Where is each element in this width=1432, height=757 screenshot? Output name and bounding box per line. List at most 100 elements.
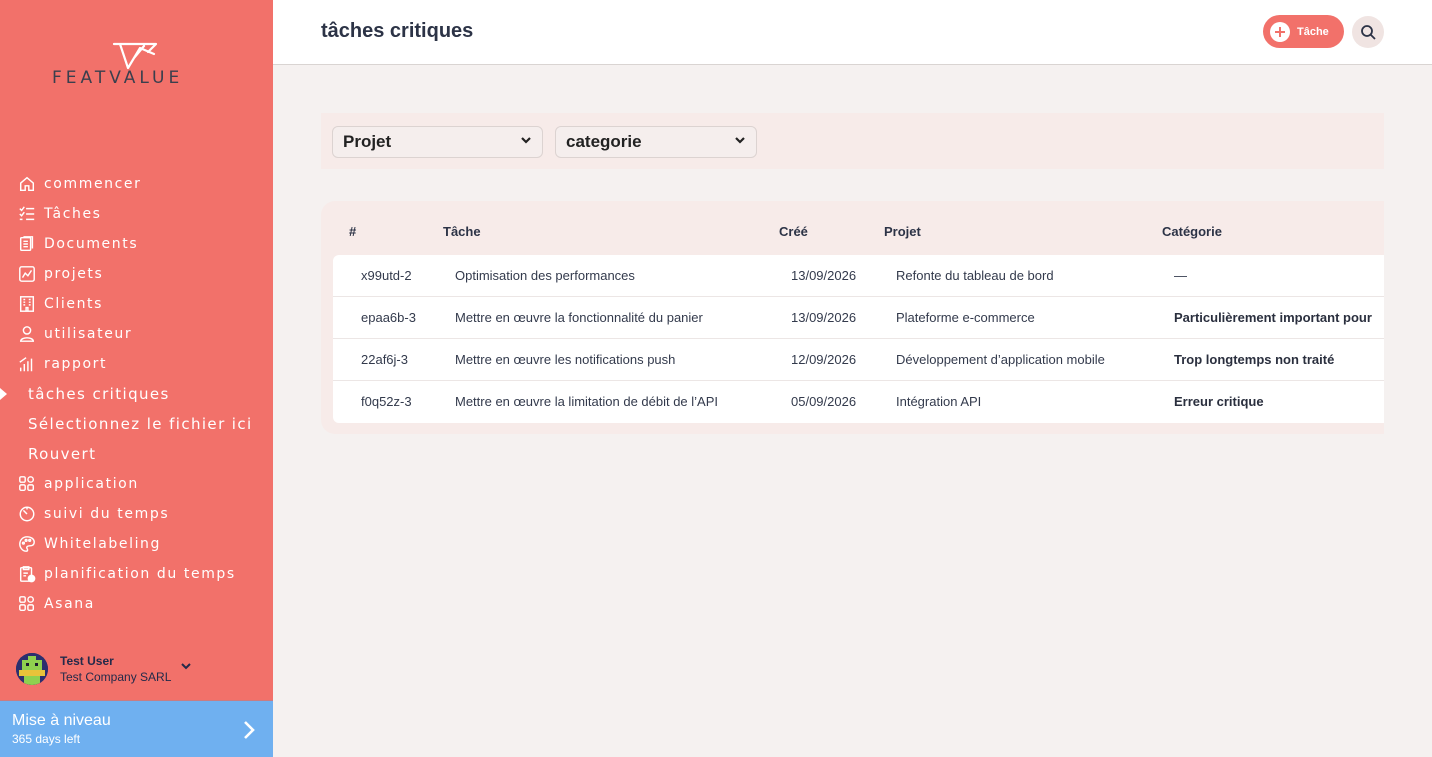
sidebar-item-suivi-du-temps[interactable]: suivi du temps <box>0 499 273 529</box>
sidebar-item-label: Documents <box>44 236 139 252</box>
task-created: 05/09/2026 <box>791 394 857 409</box>
sidebar-item-rapport[interactable]: rapport <box>0 349 273 379</box>
sidebar-item-label: utilisateur <box>44 326 133 342</box>
upgrade-title: Mise à niveau <box>12 712 111 729</box>
sidebar-item-application[interactable]: application <box>0 469 273 499</box>
apps-icon <box>17 594 37 614</box>
user-menu[interactable]: Test User Test Company SARL <box>16 652 193 686</box>
chevron-down-icon[interactable] <box>179 659 193 673</box>
sidebar-item-taches[interactable]: Tâches <box>0 199 273 229</box>
task-created: 13/09/2026 <box>791 310 857 325</box>
sidebar-item-whitelabeling[interactable]: Whitelabeling <box>0 529 273 559</box>
search-button[interactable] <box>1352 16 1384 48</box>
sidebar-item-rouvert[interactable]: Rouvert <box>0 439 273 469</box>
add-task-label: Tâche <box>1297 25 1329 38</box>
sidebar-item-planification-du-temps[interactable]: planification du temps <box>0 559 273 589</box>
task-id: 22af6j-3 <box>361 352 408 367</box>
sidebar-item-label: Tâches <box>44 206 102 222</box>
sidebar-item-projets[interactable]: projets <box>0 259 273 289</box>
sidebar-item-label: projets <box>44 266 104 282</box>
palette-icon <box>17 534 37 554</box>
sidebar-item-label: rapport <box>44 356 108 372</box>
task-category: Erreur critique <box>1174 394 1264 409</box>
task-project: Développement d’application mobile <box>896 352 1105 367</box>
task-id: epaa6b-3 <box>361 310 416 325</box>
column-header-category[interactable]: Catégorie <box>1162 224 1222 239</box>
sidebar-item-label: Clients <box>44 296 104 312</box>
sidebar-item-label: Rouvert <box>28 445 97 463</box>
task-name[interactable]: Mettre en œuvre la limitation de débit d… <box>455 394 718 409</box>
task-category: Trop longtemps non traité <box>1174 352 1335 367</box>
column-header-project[interactable]: Projet <box>884 224 921 239</box>
sidebar-item-label: suivi du temps <box>44 506 170 522</box>
sidebar-item-label: tâches critiques <box>28 385 170 403</box>
home-icon <box>17 174 37 194</box>
filter-bar: Projet categorie <box>321 113 1384 169</box>
sidebar-item-asana[interactable]: Asana <box>0 589 273 619</box>
column-header-id[interactable]: # <box>349 224 356 239</box>
table-row[interactable]: 22af6j-3 Mettre en œuvre les notificatio… <box>333 339 1384 381</box>
task-name[interactable]: Mettre en œuvre la fonctionnalité du pan… <box>455 310 703 325</box>
task-project: Plateforme e-commerce <box>896 310 1035 325</box>
sidebar-item-selectionnez-fichier[interactable]: Sélectionnez le fichier ici <box>0 409 273 439</box>
task-name[interactable]: Optimisation des performances <box>455 268 635 283</box>
sidebar-item-label: planification du temps <box>44 566 236 582</box>
column-header-created[interactable]: Créé <box>779 224 808 239</box>
chart-icon <box>17 264 37 284</box>
upgrade-days-left: 365 days left <box>12 732 81 746</box>
bar-chart-icon <box>17 354 37 374</box>
plus-icon <box>1270 21 1290 42</box>
timer-icon <box>17 504 37 524</box>
project-select-value: Projet <box>343 132 392 151</box>
search-icon <box>1361 25 1376 40</box>
table-row[interactable]: x99utd-2 Optimisation des performances 1… <box>333 255 1384 297</box>
table-header: # Tâche Créé Projet Catégorie <box>321 201 1384 255</box>
building-icon <box>17 294 37 314</box>
brand-name: FEATVALUE <box>52 68 184 88</box>
clipboard-clock-icon <box>17 564 37 584</box>
sidebar-item-documents[interactable]: Documents <box>0 229 273 259</box>
task-created: 13/09/2026 <box>791 268 857 283</box>
task-id: f0q52z-3 <box>361 394 412 409</box>
task-name[interactable]: Mettre en œuvre les notifications push <box>455 352 675 367</box>
table-body: x99utd-2 Optimisation des performances 1… <box>333 255 1384 423</box>
avatar <box>16 653 48 685</box>
chevron-down-icon <box>520 133 532 151</box>
task-id: x99utd-2 <box>361 268 412 283</box>
sidebar-nav: commencer Tâches Documents projets Clien… <box>0 169 273 619</box>
category-select-value: categorie <box>566 132 642 151</box>
task-category: — <box>1174 268 1187 283</box>
sidebar: FEATVALUE commencer Tâches Documents pro… <box>0 0 273 757</box>
sidebar-item-label: Sélectionnez le fichier ici <box>28 415 253 433</box>
sidebar-item-clients[interactable]: Clients <box>0 289 273 319</box>
task-created: 12/09/2026 <box>791 352 857 367</box>
checklist-icon <box>17 204 37 224</box>
table-row[interactable]: f0q52z-3 Mettre en œuvre la limitation d… <box>333 381 1384 423</box>
task-category: Particulièrement important pour <box>1174 310 1372 325</box>
top-header: tâches critiques Tâche <box>273 0 1432 65</box>
critical-tasks-table: # Tâche Créé Projet Catégorie x99utd-2 O… <box>321 201 1384 434</box>
user-name: Test User <box>60 654 114 668</box>
pixel-avatar-icon <box>16 653 48 685</box>
user-company: Test Company SARL <box>60 670 172 684</box>
sidebar-item-label: Whitelabeling <box>44 536 162 552</box>
sidebar-item-label: commencer <box>44 176 142 192</box>
column-header-task[interactable]: Tâche <box>443 224 481 239</box>
logo-mark-icon <box>112 42 158 70</box>
chevron-right-icon <box>241 719 257 741</box>
sidebar-item-label: application <box>44 476 139 492</box>
user-icon <box>17 324 37 344</box>
apps-icon <box>17 474 37 494</box>
documents-icon <box>17 234 37 254</box>
sidebar-item-utilisateur[interactable]: utilisateur <box>0 319 273 349</box>
sidebar-item-commencer[interactable]: commencer <box>0 169 273 199</box>
upgrade-banner[interactable]: Mise à niveau 365 days left <box>0 700 273 757</box>
project-select[interactable]: Projet <box>332 126 543 158</box>
add-task-button[interactable]: Tâche <box>1263 15 1344 48</box>
category-select[interactable]: categorie <box>555 126 757 158</box>
sidebar-item-label: Asana <box>44 596 95 612</box>
table-row[interactable]: epaa6b-3 Mettre en œuvre la fonctionnali… <box>333 297 1384 339</box>
brand-logo[interactable]: FEATVALUE <box>52 40 224 90</box>
sidebar-item-taches-critiques[interactable]: tâches critiques <box>0 379 273 409</box>
chevron-down-icon <box>734 133 746 151</box>
